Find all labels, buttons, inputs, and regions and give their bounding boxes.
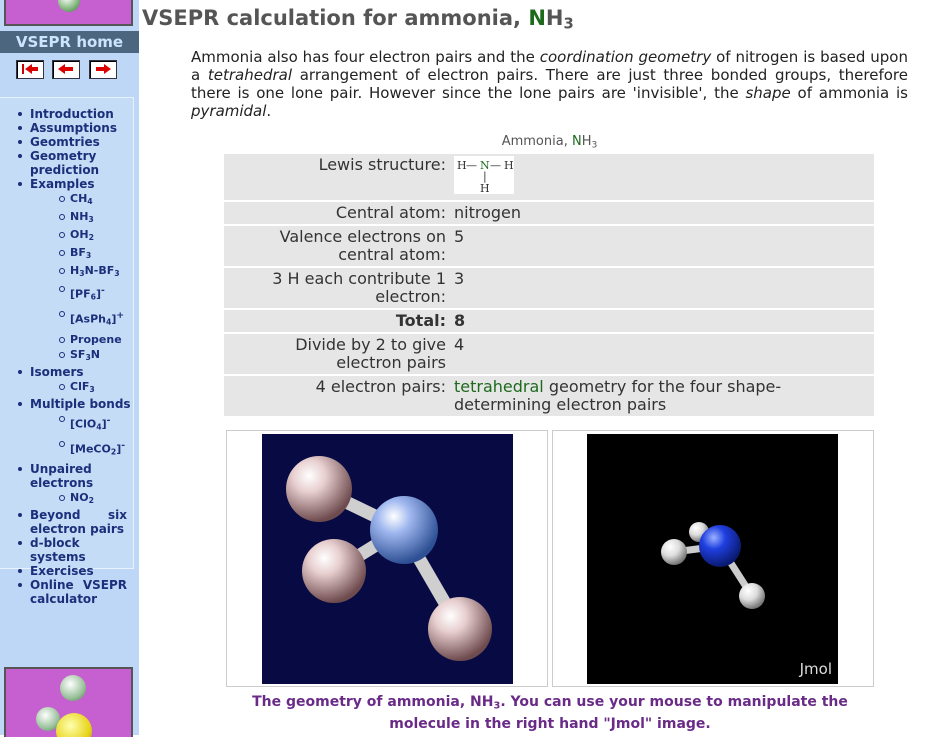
toc-introduction[interactable]: Introduction xyxy=(0,107,133,121)
arrow-left-icon xyxy=(58,64,73,74)
row-value: 5 xyxy=(450,226,874,266)
row-value: 4 xyxy=(450,334,874,374)
row-label: Central atom: xyxy=(224,202,450,224)
toc-isomers[interactable]: Isomers xyxy=(0,365,133,379)
arrow-right-icon xyxy=(96,64,111,74)
toc-isomer-clf3[interactable]: ClF3 xyxy=(0,379,133,397)
toc-assumptions[interactable]: Assumptions xyxy=(0,121,133,135)
toc-meco2[interactable]: [MeCO2]- xyxy=(0,436,133,462)
toc-example-asph4[interactable]: [AsPh4]+ xyxy=(0,306,133,332)
toc-example-oh2[interactable]: OH2 xyxy=(0,227,133,245)
row-label: 4 electron pairs: xyxy=(224,376,450,416)
toc-example-bf3[interactable]: BF3 xyxy=(0,245,133,263)
ammonia-static-image xyxy=(226,430,548,687)
toc-online-calculator[interactable]: Online VSEPR calculator xyxy=(0,578,133,606)
table-row: Lewis structure: H — N — H | H xyxy=(224,154,874,200)
row-label: Lewis structure: xyxy=(224,154,450,200)
toc-example-pf6[interactable]: [PF6]- xyxy=(0,281,133,307)
row-value: 8 xyxy=(450,310,874,332)
first-page-icon xyxy=(22,64,38,74)
row-value: 3 xyxy=(450,268,874,308)
toc-examples[interactable]: Examples xyxy=(0,177,133,191)
row-label: Divide by 2 to give electron pairs xyxy=(224,334,450,374)
ammonia-ball-and-stick xyxy=(286,456,492,661)
previous-page-button[interactable] xyxy=(52,60,80,79)
ammonia-3d-model[interactable] xyxy=(587,434,838,684)
sidebar: VSEPR home Introduction Assumptions Geom… xyxy=(0,0,139,737)
vsepr-home-link[interactable]: VSEPR home xyxy=(0,31,139,53)
row-value: nitrogen xyxy=(450,202,874,224)
toc-clo4[interactable]: [ClO4]- xyxy=(0,411,133,437)
lewis-structure: H — N — H | H xyxy=(454,156,514,195)
page-title: VSEPR calculation for ammonia, NH3 xyxy=(142,6,574,33)
figure-caption: The geometry of ammonia, NH3. You can us… xyxy=(252,694,848,733)
row-label: Total: xyxy=(224,310,450,332)
table-row: Central atom: nitrogen xyxy=(224,202,874,224)
toc-example-ch4[interactable]: CH4 xyxy=(0,191,133,209)
jmol-watermark: Jmol xyxy=(799,660,832,678)
table-row: 3 H each contribute 1 electron: 3 xyxy=(224,268,874,308)
toc-geomtries[interactable]: Geomtries xyxy=(0,135,133,149)
next-page-button[interactable] xyxy=(89,60,117,79)
toc-example-h3n-bf3[interactable]: H3N-BF3 xyxy=(0,263,133,281)
table-caption: Ammonia, NH3 xyxy=(501,134,598,151)
vsepr-calculation-table: Lewis structure: H — N — H | H Central a… xyxy=(224,152,874,418)
toc-example-sf3n[interactable]: SF3N xyxy=(0,347,133,365)
toc-exercises[interactable]: Exercises xyxy=(0,564,133,578)
site-logo-bottom[interactable] xyxy=(4,667,133,737)
site-logo-top[interactable] xyxy=(4,0,133,26)
toc-no2[interactable]: NO2 xyxy=(0,490,133,508)
toc-beyond-six[interactable]: Beyond six electron pairs xyxy=(0,508,133,536)
row-label: Valence electrons on central atom: xyxy=(224,226,450,266)
toc-geometry-prediction[interactable]: Geometry prediction xyxy=(0,149,133,177)
jmol-viewer[interactable]: Jmol xyxy=(552,430,874,687)
table-row: Total: 8 xyxy=(224,310,874,332)
table-row: 4 electron pairs: tetrahedral geometry f… xyxy=(224,376,874,416)
intro-paragraph: Ammonia also has four electron pairs and… xyxy=(191,48,909,120)
table-row: Divide by 2 to give electron pairs 4 xyxy=(224,334,874,374)
table-row: Valence electrons on central atom: 5 xyxy=(224,226,874,266)
toc-d-block[interactable]: d-block systems xyxy=(0,536,133,564)
row-label: 3 H each contribute 1 electron: xyxy=(224,268,450,308)
first-page-button[interactable] xyxy=(16,60,44,79)
toc-example-nh3[interactable]: NH3 xyxy=(0,209,133,227)
table-of-contents: Introduction Assumptions Geomtries Geome… xyxy=(0,97,134,606)
toc-example-propene[interactable]: Propene xyxy=(0,332,133,347)
toc-unpaired-electrons[interactable]: Unpaired electrons xyxy=(0,462,133,490)
row-value: tetrahedral geometry for the four shape-… xyxy=(450,376,874,416)
row-value: H — N — H | H xyxy=(450,154,874,200)
toc-multiple-bonds[interactable]: Multiple bonds xyxy=(0,397,133,411)
